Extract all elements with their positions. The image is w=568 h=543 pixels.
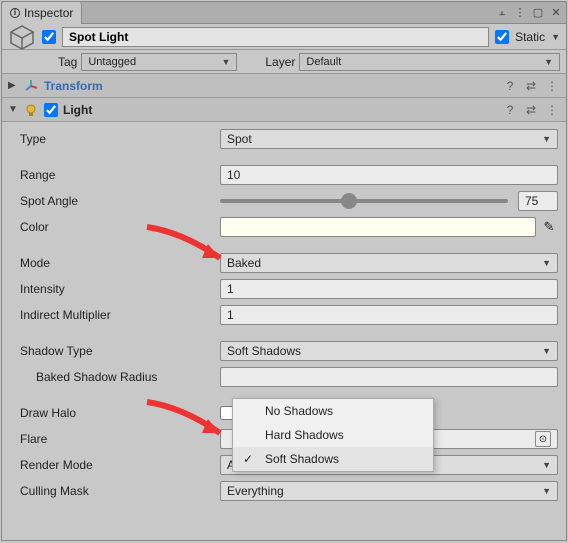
bakedshadowradius-label: Baked Shadow Radius xyxy=(10,370,220,384)
help-icon[interactable]: ? xyxy=(502,102,518,118)
light-name: Light xyxy=(63,103,497,117)
shadowtype-dropdown[interactable]: Soft Shadows▼ xyxy=(220,341,558,361)
inspector-panel: i Inspector ⫠ ⋮ ▢ ✕ Static ▼ Tag Untagge… xyxy=(1,1,567,541)
annotation-arrow xyxy=(142,397,232,450)
light-icon xyxy=(23,102,39,118)
active-checkbox[interactable] xyxy=(42,30,56,44)
type-dropdown[interactable]: Spot▼ xyxy=(220,129,558,149)
transform-icon xyxy=(23,78,39,94)
tab-bar: i Inspector ⫠ ⋮ ▢ ✕ xyxy=(2,2,566,24)
static-checkbox[interactable] xyxy=(495,30,509,44)
tag-dropdown[interactable]: Untagged▼ xyxy=(81,53,237,71)
light-header[interactable]: ▼ Light ? ⇄ ⋮ xyxy=(2,98,566,122)
help-icon[interactable]: ? xyxy=(502,78,518,94)
object-picker-icon[interactable]: ⊙ xyxy=(535,431,551,447)
name-field[interactable] xyxy=(62,27,489,47)
info-icon: i xyxy=(10,8,20,18)
shadowtype-label: Shadow Type xyxy=(10,344,220,358)
static-label: Static xyxy=(515,30,545,44)
shadow-option-none[interactable]: No Shadows xyxy=(233,399,433,423)
range-input[interactable] xyxy=(220,165,558,185)
layer-value: Default xyxy=(306,56,341,68)
range-label: Range xyxy=(10,168,220,182)
indirect-input[interactable] xyxy=(220,305,558,325)
intensity-label: Intensity xyxy=(10,282,220,296)
intensity-input[interactable] xyxy=(220,279,558,299)
eyedropper-icon[interactable]: ✎ xyxy=(540,218,558,236)
shadowtype-menu: No Shadows Hard Shadows ✓Soft Shadows xyxy=(232,398,434,472)
preset-icon[interactable]: ⇄ xyxy=(523,78,539,94)
maximize-icon[interactable]: ▢ xyxy=(530,6,546,20)
type-label: Type xyxy=(10,132,220,146)
menu-icon[interactable]: ⋮ xyxy=(512,6,528,20)
cullingmask-label: Culling Mask xyxy=(10,484,220,498)
layer-dropdown[interactable]: Default▼ xyxy=(299,53,560,71)
tab-title: Inspector xyxy=(24,6,73,20)
shadow-option-hard[interactable]: Hard Shadows xyxy=(233,423,433,447)
spotangle-slider[interactable] xyxy=(220,191,508,211)
menu-icon[interactable]: ⋮ xyxy=(544,102,560,118)
foldout-icon: ▶ xyxy=(8,80,18,91)
tag-value: Untagged xyxy=(88,56,136,68)
spotangle-input[interactable] xyxy=(518,191,558,211)
foldout-icon: ▼ xyxy=(8,104,18,115)
spotangle-label: Spot Angle xyxy=(10,194,220,208)
light-enabled-checkbox[interactable] xyxy=(44,103,58,117)
layer-label: Layer xyxy=(265,55,295,69)
preset-icon[interactable]: ⇄ xyxy=(523,102,539,118)
color-swatch[interactable] xyxy=(220,217,536,237)
cullingmask-dropdown[interactable]: Everything▼ xyxy=(220,481,558,501)
mode-dropdown[interactable]: Baked▼ xyxy=(220,253,558,273)
cube-icon xyxy=(8,23,36,51)
indirect-label: Indirect Multiplier xyxy=(10,308,220,322)
dock-icon[interactable]: ⫠ xyxy=(494,6,510,20)
inspector-tab[interactable]: i Inspector xyxy=(2,2,82,24)
static-dropdown-arrow[interactable]: ▼ xyxy=(551,32,560,42)
gameobject-header: Static ▼ xyxy=(2,24,566,50)
shadow-option-soft[interactable]: ✓Soft Shadows xyxy=(233,447,433,471)
close-icon[interactable]: ✕ xyxy=(548,6,564,20)
tag-label: Tag xyxy=(58,55,77,69)
light-body: Type Spot▼ Range Spot Angle Color ✎ Mode… xyxy=(2,122,566,512)
transform-name: Transform xyxy=(44,79,497,93)
menu-icon[interactable]: ⋮ xyxy=(544,78,560,94)
bakedshadowradius-input[interactable] xyxy=(220,367,558,387)
rendermode-label: Render Mode xyxy=(10,458,220,472)
annotation-arrow xyxy=(142,222,232,275)
tag-layer-row: Tag Untagged▼ Layer Default▼ xyxy=(2,50,566,74)
transform-header[interactable]: ▶ Transform ? ⇄ ⋮ xyxy=(2,74,566,98)
